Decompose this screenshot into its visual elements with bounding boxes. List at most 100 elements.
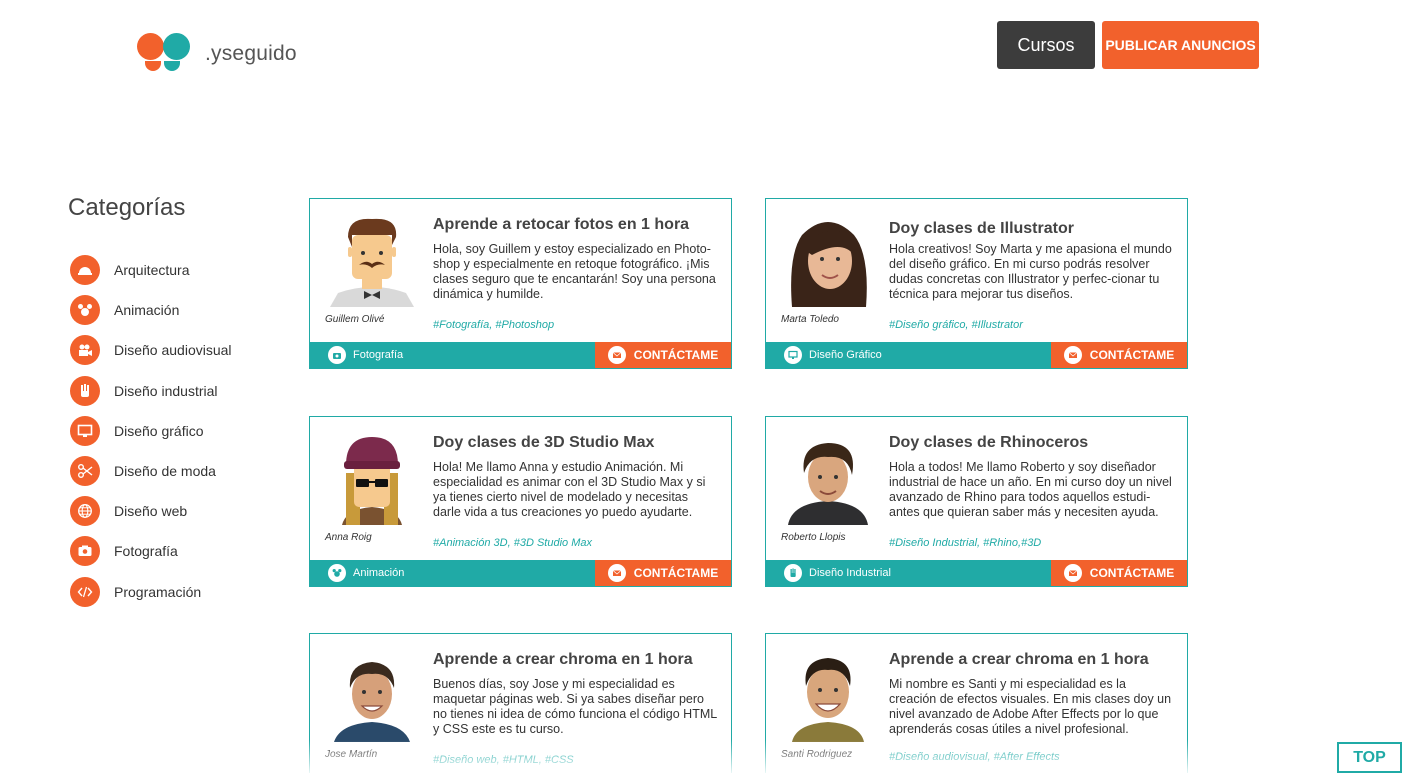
card-title[interactable]: Aprende a crear chroma en 1 hora: [433, 651, 723, 669]
logo-teal-circle: [163, 33, 190, 60]
category-diseno-audiovisual[interactable]: Diseño audiovisual: [68, 330, 288, 370]
course-card[interactable]: Roberto Llopis Doy clases de Rhinoceros …: [765, 416, 1188, 587]
card-description: Hola! Me llamo Anna y estudio Animación.…: [433, 460, 706, 519]
course-card[interactable]: Guillem Olivé Aprende a retocar fotos en…: [309, 198, 732, 369]
card-tags[interactable]: #Fotografía, #Photoshop: [433, 319, 554, 331]
logo-mustache-left: [145, 61, 161, 71]
category-label: Diseño gráfico: [114, 422, 204, 439]
category-fotografia[interactable]: Fotografía: [68, 531, 288, 571]
mail-icon: [607, 346, 626, 364]
scissors-icon: [70, 456, 100, 487]
category-label: Fotografía: [114, 543, 178, 560]
category-label: Animación: [114, 302, 180, 319]
card-description: Buenos días, soy Jose y mi especialidad …: [433, 677, 717, 736]
card-description: Hola a todos! Me llamo Roberto y soy dis…: [889, 460, 1172, 519]
category-label: Arquitectura: [114, 262, 190, 279]
categories-title: Categorías: [68, 194, 186, 221]
card-category-label: Fotografía: [353, 349, 404, 361]
category-programacion[interactable]: Programación: [68, 572, 288, 612]
card-description: Hola creativos! Soy Marta y me apasiona …: [889, 242, 1172, 301]
categories-sidebar: Categorías Arquitectura Animación Diseño…: [68, 194, 288, 612]
top-button[interactable]: TOP: [1337, 742, 1402, 773]
hand-icon: [70, 375, 100, 406]
card-footer: Diseño Industrial CONTÁCTAME: [766, 560, 1187, 586]
author-name: Santi Rodriguez: [781, 749, 853, 760]
card-category-label: Diseño Gráfico: [809, 349, 882, 361]
course-card[interactable]: Jose Martín Aprende a crear chroma en 1 …: [309, 633, 732, 773]
avatar: [326, 433, 418, 525]
contact-button[interactable]: CONTÁCTAME: [595, 342, 731, 368]
publicar-anuncios-button[interactable]: PUBLICAR ANUNCIOS: [1102, 21, 1259, 69]
card-category-label: Animación: [353, 567, 405, 579]
author-name: Guillem Olivé: [325, 314, 385, 325]
card-tags[interactable]: #Diseño gráfico, #Illustrator: [889, 319, 1023, 331]
contact-button[interactable]: CONTÁCTAME: [595, 560, 731, 586]
category-animacion[interactable]: Animación: [68, 290, 288, 330]
card-title[interactable]: Doy clases de 3D Studio Max: [433, 434, 723, 452]
mail-icon: [607, 564, 626, 582]
cursos-button[interactable]: Cursos: [997, 21, 1095, 69]
helmet-icon: [70, 255, 100, 286]
mouse-ears-icon: [328, 564, 346, 582]
card-tags[interactable]: #Diseño Industrial, #Rhino,#3D: [889, 537, 1041, 549]
card-description: Mi nombre es Santi y mi especialidad es …: [889, 677, 1172, 736]
card-tags[interactable]: #Animación 3D, #3D Studio Max: [433, 537, 592, 549]
card-category[interactable]: Animación: [328, 564, 404, 582]
category-label: Diseño industrial: [114, 382, 218, 399]
logo-orange-circle: [137, 33, 164, 60]
category-diseno-grafico[interactable]: Diseño gráfico: [68, 411, 288, 451]
card-tags[interactable]: #Diseño web, #HTML, #CSS: [433, 754, 574, 766]
card-category[interactable]: Fotografía: [328, 346, 403, 364]
monitor-icon: [70, 415, 100, 446]
card-title[interactable]: Doy clases de Rhinoceros: [889, 434, 1179, 452]
contact-button[interactable]: CONTÁCTAME: [1051, 342, 1187, 368]
card-category[interactable]: Diseño Gráfico: [784, 346, 882, 364]
course-card[interactable]: Marta Toledo Doy clases de Illustrator H…: [765, 198, 1188, 369]
card-tags[interactable]: #Diseño audiovisual, #After Effects: [889, 751, 1060, 763]
avatar: [782, 433, 874, 525]
card-title[interactable]: Doy clases de Illustrator: [889, 220, 1179, 238]
mail-icon: [1063, 346, 1082, 364]
contact-label: CONTÁCTAME: [1089, 566, 1175, 580]
category-label: Diseño web: [114, 503, 188, 520]
category-diseno-web[interactable]: Diseño web: [68, 491, 288, 531]
card-description: Hola, soy Guillem y estoy especializado …: [433, 242, 716, 301]
author-name: Roberto Llopis: [781, 532, 846, 543]
site-logo[interactable]: .yseguido: [137, 33, 297, 79]
category-label: Diseño de moda: [114, 463, 216, 480]
card-category-label: Diseño Industrial: [809, 567, 891, 579]
logo-mustache-right: [164, 61, 180, 71]
contact-label: CONTÁCTAME: [1089, 348, 1175, 362]
card-title[interactable]: Aprende a crear chroma en 1 hora: [889, 651, 1179, 669]
photo-camera-icon: [328, 346, 346, 364]
avatar: [326, 650, 418, 742]
author-name: Marta Toledo: [781, 314, 839, 325]
category-label: Diseño audiovisual: [114, 342, 232, 359]
card-footer: Fotografía CONTÁCTAME: [310, 342, 731, 368]
logo-text: .yseguido: [205, 42, 297, 65]
camera-icon: [70, 335, 100, 366]
avatar: [782, 650, 874, 742]
category-diseno-industrial[interactable]: Diseño industrial: [68, 371, 288, 411]
author-name: Jose Martín: [325, 749, 378, 760]
photo-camera-icon: [70, 536, 100, 567]
avatar: [326, 215, 418, 307]
category-arquitectura[interactable]: Arquitectura: [68, 250, 288, 290]
category-label: Programación: [114, 583, 202, 600]
card-footer: Diseño Gráfico CONTÁCTAME: [766, 342, 1187, 368]
mail-icon: [1063, 564, 1082, 582]
card-title[interactable]: Aprende a retocar fotos en 1 hora: [433, 216, 723, 234]
monitor-icon: [784, 346, 802, 364]
contact-label: CONTÁCTAME: [633, 566, 719, 580]
card-category[interactable]: Diseño Industrial: [784, 564, 891, 582]
contact-button[interactable]: CONTÁCTAME: [1051, 560, 1187, 586]
course-card[interactable]: Santi Rodriguez Aprende a crear chroma e…: [765, 633, 1188, 773]
author-name: Anna Roig: [325, 532, 372, 543]
mouse-ears-icon: [70, 295, 100, 326]
category-diseno-de-moda[interactable]: Diseño de moda: [68, 451, 288, 491]
course-card[interactable]: Anna Roig Doy clases de 3D Studio Max Ho…: [309, 416, 732, 587]
code-icon: [70, 576, 100, 607]
avatar: [782, 215, 874, 307]
globe-icon: [70, 496, 100, 527]
card-footer: Animación CONTÁCTAME: [310, 560, 731, 586]
